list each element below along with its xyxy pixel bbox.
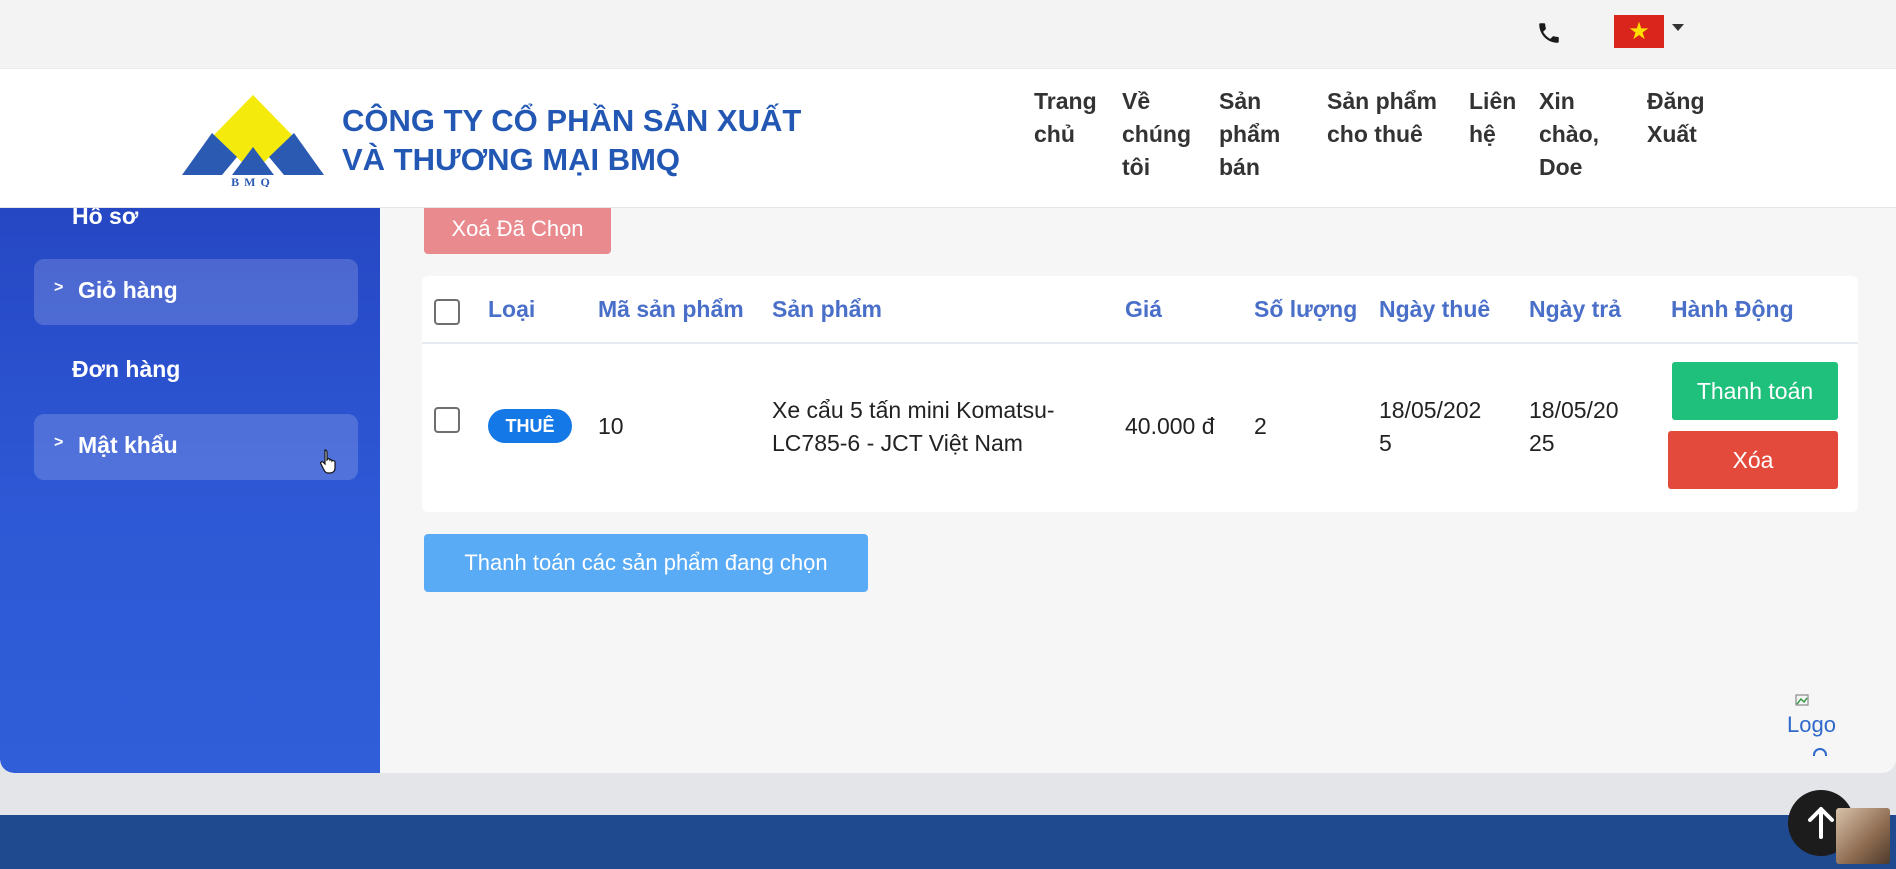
cart-table: Loại Mã sản phẩm Sản phẩm Giá Số lượng N… (422, 276, 1858, 512)
sidebar-item-password[interactable]: > Mật khẩu (34, 414, 358, 480)
language-dropdown-caret-icon[interactable] (1672, 24, 1684, 31)
nav-label: bán (1219, 154, 1260, 180)
column-header-quantity: Số lượng (1254, 296, 1358, 322)
sidebar-item-label: Giỏ hàng (78, 277, 178, 303)
nav-label: phẩm (1219, 121, 1281, 147)
nav-label: Xuất (1647, 121, 1697, 147)
logo-text: BMQ (231, 175, 275, 187)
account-sidebar: Hồ sơ > Giỏ hàng Đơn hàng > Mật khẩu (0, 208, 380, 773)
nav-label: Trang (1034, 88, 1097, 114)
chevron-right-icon: > (54, 279, 64, 296)
product-price: 40.000 đ (1125, 413, 1215, 439)
site-footer (0, 815, 1896, 869)
column-header-rent-date: Ngày thuê (1379, 296, 1491, 322)
rent-date-line2: 5 (1379, 430, 1392, 456)
nav-products-rent[interactable]: Sản phẩm cho thuê (1327, 85, 1437, 151)
arrow-up-icon (1808, 807, 1834, 839)
language-flag-vietnam[interactable]: ★ (1614, 15, 1664, 48)
nav-contact[interactable]: Liên hệ (1469, 85, 1516, 151)
nav-label: hệ (1469, 121, 1496, 147)
nav-label: Liên (1469, 88, 1517, 114)
column-header-product: Sản phẩm (772, 296, 882, 322)
column-header-actions: Hành Động (1671, 296, 1794, 322)
return-date-line2: 25 (1529, 430, 1555, 456)
nav-label: Sản phẩm (1327, 88, 1437, 114)
product-name-line1: Xe cẩu 5 tấn mini Komatsu- (772, 397, 1055, 423)
select-all-checkbox[interactable] (434, 299, 460, 325)
column-header-price: Giá (1125, 296, 1163, 322)
nav-label: cho thuê (1327, 121, 1423, 147)
site-header: BMQ CÔNG TY CỔ PHẦN SẢN XUẤT VÀ THƯƠNG M… (0, 68, 1896, 208)
flag-star-icon: ★ (1628, 18, 1650, 45)
phone-icon[interactable] (1536, 20, 1562, 46)
loading-spinner-icon (1813, 748, 1827, 756)
company-name-line1: CÔNG TY CỔ PHẦN SẢN XUẤT (342, 103, 802, 138)
sidebar-item-label: Mật khẩu (78, 432, 178, 458)
nav-label: Doe (1539, 154, 1583, 180)
type-badge: THUÊ (488, 409, 572, 443)
delete-item-button[interactable]: Xóa (1668, 431, 1838, 489)
nav-label: Sản (1219, 88, 1262, 114)
product-name-line2: LC785-6 - JCT Việt Nam (772, 430, 1023, 456)
table-header: Loại Mã sản phẩm Sản phẩm Giá Số lượng N… (422, 276, 1858, 344)
top-bar: ★ (0, 0, 1896, 68)
nav-label: Về (1122, 88, 1151, 114)
nav-label: chào, (1539, 121, 1600, 147)
product-quantity: 2 (1254, 413, 1267, 439)
broken-image-alt-text: Logo (1787, 712, 1836, 737)
row-checkbox[interactable] (434, 407, 460, 433)
column-header-return-date: Ngày trả (1529, 296, 1622, 322)
webcam-thumbnail (1836, 808, 1890, 864)
bmq-logo[interactable]: BMQ (182, 93, 324, 187)
pay-item-button[interactable]: Thanh toán (1672, 362, 1838, 420)
column-header-code: Mã sản phẩm (598, 296, 744, 322)
sidebar-item-cart[interactable]: > Giỏ hàng (34, 259, 358, 325)
nav-logout[interactable]: Đăng Xuất (1647, 85, 1705, 151)
nav-label: tôi (1122, 154, 1151, 180)
return-date: 18/05/20 25 (1529, 394, 1619, 460)
delete-selected-button[interactable]: Xoá Đã Chọn (424, 208, 611, 254)
nav-home[interactable]: Trang chủ (1034, 85, 1097, 151)
nav-products-sale[interactable]: Sản phẩm bán (1219, 85, 1280, 184)
company-name: CÔNG TY CỔ PHẦN SẢN XUẤT VÀ THƯƠNG MẠI B… (342, 101, 842, 179)
nav-user-greeting[interactable]: Xin chào, Doe (1539, 85, 1599, 184)
nav-label: Xin (1539, 88, 1575, 114)
nav-label: Đăng (1647, 88, 1705, 114)
column-header-type: Loại (488, 296, 536, 322)
return-date-line1: 18/05/20 (1529, 397, 1619, 423)
nav-about[interactable]: Về chúng tôi (1122, 85, 1191, 184)
product-name: Xe cẩu 5 tấn mini Komatsu- LC785-6 - JCT… (772, 394, 1055, 460)
pay-selected-button[interactable]: Thanh toán các sản phẩm đang chọn (424, 534, 868, 592)
rent-date: 18/05/202 5 (1379, 394, 1481, 460)
broken-image-icon (1795, 694, 1809, 706)
sidebar-item-orders[interactable]: Đơn hàng (72, 356, 180, 383)
nav-label: chủ (1034, 121, 1075, 147)
company-name-line2: VÀ THƯƠNG MẠI BMQ (342, 142, 681, 177)
product-code: 10 (598, 413, 624, 439)
nav-label: chúng (1122, 121, 1191, 147)
chevron-right-icon: > (54, 434, 64, 451)
account-card: Hồ sơ > Giỏ hàng Đơn hàng > Mật khẩu Xoá… (0, 208, 1896, 773)
sidebar-item-profile[interactable]: Hồ sơ (72, 208, 138, 230)
hand-cursor-icon (320, 449, 336, 474)
rent-date-line1: 18/05/202 (1379, 397, 1482, 423)
broken-logo-image: Logo (1785, 690, 1855, 760)
